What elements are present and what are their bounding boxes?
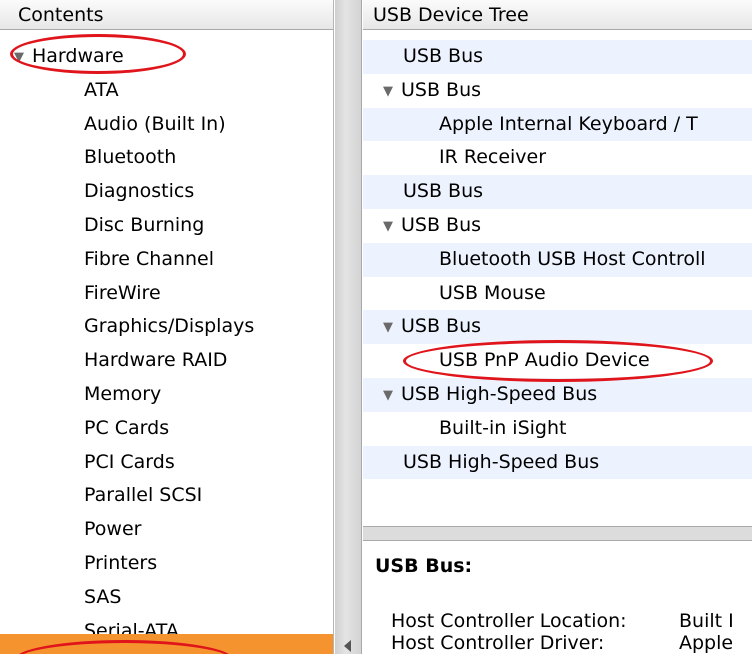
device-tree-label: USB Bus [401,78,482,101]
detail-key: Host Controller Location: [391,610,627,632]
detail-row: Host Controller Driver: Apple [391,632,733,654]
device-tree-label: USB Bus [401,315,482,338]
contents-item-memory[interactable]: Memory [0,378,333,412]
contents-item-ata[interactable]: ATA [0,74,333,108]
splitter-handle-icon[interactable] [344,640,351,652]
device-tree-label: USB PnP Audio Device [439,349,650,372]
details-title: USB Bus: [375,555,473,577]
contents-item-pc-cards[interactable]: PC Cards [0,412,333,446]
device-tree-row[interactable]: Bluetooth USB Host Controll [363,242,752,277]
contents-item-label: PCI Cards [84,450,175,473]
device-tree-label: Apple Internal Keyboard / T [439,112,698,135]
device-tree-label: IR Receiver [439,146,547,169]
device-tree-row[interactable]: USB Bus [363,40,752,74]
contents-item-label: Power [84,518,142,541]
disclosure-triangle-icon[interactable]: ▼ [383,210,401,244]
detail-value: Apple [679,632,734,654]
contents-item-label: Memory [84,382,162,405]
contents-item-label: Disc Burning [84,213,205,236]
contents-item-label: PC Cards [84,416,170,439]
device-tree-row[interactable]: USB High-Speed Bus [363,445,752,480]
contents-item-printers[interactable]: Printers [0,547,333,581]
device-tree-row[interactable]: ▼ USB Bus [363,74,752,108]
contents-item-bluetooth[interactable]: Bluetooth [0,141,333,175]
contents-item-label: Printers [84,551,158,574]
disclosure-triangle-icon[interactable]: ▼ [383,311,401,345]
device-tree-label: Built-in iSight [439,416,567,439]
device-tree-label: USB Bus [403,45,484,67]
contents-item-label: Audio (Built In) [84,112,226,135]
selected-contents-item[interactable] [0,634,333,654]
device-tree-row[interactable]: Built-in iSight [363,412,752,446]
contents-item-label: ATA [84,78,119,101]
device-tree-row[interactable]: ▼ USB Bus [363,310,752,345]
contents-item-firewire[interactable]: FireWire [0,277,333,311]
pane-divider[interactable] [335,0,362,654]
device-tree-label: USB Bus [403,180,484,203]
detail-pane: USB Device Tree USB Bus ▼ USB Bus Apple Int… [363,0,752,654]
contents-item-label: Hardware RAID [84,349,228,372]
contents-item-label: FireWire [84,281,161,304]
device-tree-row[interactable]: ▼ USB High-Speed Bus [363,377,752,413]
contents-item-disc-burning[interactable]: Disc Burning [0,209,333,243]
device-tree-row[interactable]: Apple Internal Keyboard / T [363,107,752,142]
disclosure-triangle-icon[interactable]: ▼ [14,41,32,75]
device-tree-label: USB High-Speed Bus [401,382,598,405]
device-details: USB Bus: Host Controller Location: Built … [363,540,752,654]
contents-item-parallel-scsi[interactable]: Parallel SCSI [0,479,333,513]
contents-item-pci-cards[interactable]: PCI Cards [0,446,333,480]
detail-value: Built I [679,610,734,632]
device-tree-list: USB Bus ▼ USB Bus Apple Internal Keyboard /… [363,40,752,480]
device-tree-row[interactable]: USB Bus [363,175,752,209]
device-tree-row[interactable]: USB Mouse [363,277,752,311]
detail-key: Host Controller Driver: [391,632,605,654]
contents-item-fibre-channel[interactable]: Fibre Channel [0,243,333,277]
contents-item-label: Hardware [32,45,124,67]
device-tree-row[interactable]: ▼ USB Bus [363,209,752,243]
contents-item-sas[interactable]: SAS [0,581,333,615]
contents-list: ▼ Hardware ATA Audio (Built In) Bluetooth Dia… [0,40,333,648]
contents-item-graphics-displays[interactable]: Graphics/Displays [0,310,333,344]
device-tree-row[interactable]: IR Receiver [363,141,752,175]
contents-item-hardware-raid[interactable]: Hardware RAID [0,344,333,378]
device-tree-label: Bluetooth USB Host Controll [439,247,706,270]
device-tree-row[interactable]: USB PnP Audio Device [363,344,752,378]
disclosure-triangle-icon[interactable]: ▼ [383,379,401,413]
device-tree-label: USB High-Speed Bus [403,450,600,473]
device-tree-label: USB Mouse [439,281,546,304]
disclosure-triangle-icon[interactable]: ▼ [383,75,401,109]
contents-pane: Contents ▼ Hardware ATA Audio (Built In) Blu… [0,0,334,654]
contents-item-label: SAS [84,585,122,608]
contents-item-label: Bluetooth [84,146,177,169]
contents-item-label: Fibre Channel [84,247,215,270]
contents-item-label: Diagnostics [84,180,195,203]
contents-item-audio-built-in[interactable]: Audio (Built In) [0,108,333,142]
detail-row: Host Controller Location: Built I [391,610,734,632]
contents-item-power[interactable]: Power [0,513,333,547]
device-tree-header[interactable]: USB Device Tree [363,0,752,30]
contents-item-label: Parallel SCSI [84,484,203,507]
contents-item-label: Graphics/Displays [84,315,255,338]
device-tree-label: USB Bus [401,213,482,236]
contents-item-hardware[interactable]: ▼ Hardware [0,40,333,74]
contents-item-diagnostics[interactable]: Diagnostics [0,175,333,209]
usb-device-tree: USB Device Tree USB Bus ▼ USB Bus Apple Int… [363,0,752,527]
contents-header[interactable]: Contents [0,0,333,30]
